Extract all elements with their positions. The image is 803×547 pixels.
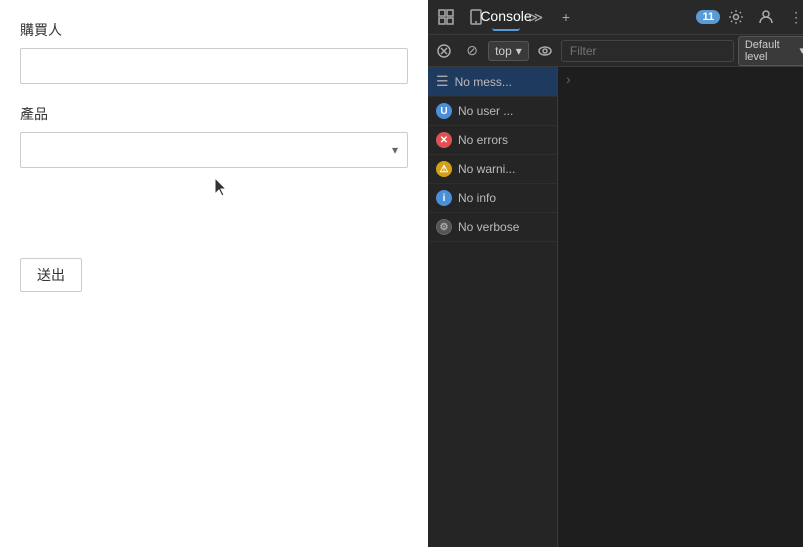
settings-icon[interactable] [722, 3, 750, 31]
console-output: › [558, 67, 803, 547]
console-chevron-icon[interactable]: › [562, 67, 575, 91]
more-tabs-icon[interactable]: ≫ [522, 3, 550, 31]
sidebar-item-info[interactable]: i No info [428, 184, 557, 213]
error-icon: ✕ [436, 132, 452, 148]
product-select-wrapper: ▾ [20, 132, 408, 168]
more-options-icon[interactable]: ⋮ [782, 3, 803, 31]
verbose-icon: ⚙ [436, 219, 452, 235]
sidebar-item-verbose[interactable]: ⚙ No verbose [428, 213, 557, 242]
devtools-console-area: ☰ No mess... U No user ... ✕ No errors ⚠… [428, 67, 803, 547]
sidebar-item-verbose-label: No verbose [458, 220, 519, 234]
filter-input[interactable] [561, 40, 734, 62]
context-selector-label: top [495, 44, 512, 58]
filter-icon[interactable]: ⊘ [460, 37, 484, 65]
default-level-selector[interactable]: Default level ▾ [738, 36, 803, 66]
product-select[interactable] [20, 132, 408, 168]
buyer-field-group: 購買人 [20, 20, 408, 84]
sidebar-item-warnings[interactable]: ⚠ No warni... [428, 155, 557, 184]
default-level-label: Default level [745, 39, 796, 63]
buyer-input[interactable] [20, 48, 408, 84]
default-level-arrow: ▾ [800, 44, 803, 57]
add-tab-icon[interactable]: + [552, 3, 580, 31]
sidebar-item-errors[interactable]: ✕ No errors [428, 126, 557, 155]
product-field-group: 產品 ▾ [20, 104, 408, 208]
submit-button[interactable]: 送出 [20, 258, 82, 292]
info-icon: i [436, 190, 452, 206]
sidebar-item-all-label: No mess... [455, 75, 512, 89]
sidebar-item-all[interactable]: ☰ No mess... [428, 67, 557, 97]
user-icon: U [436, 103, 452, 119]
sidebar-item-user-label: No user ... [458, 104, 513, 118]
context-selector-arrow: ▾ [516, 44, 522, 58]
sidebar-item-warnings-label: No warni... [458, 162, 515, 176]
warning-icon: ⚠ [436, 161, 452, 177]
product-label: 產品 [20, 104, 408, 124]
console-sidebar: ☰ No mess... U No user ... ✕ No errors ⚠… [428, 67, 558, 547]
list-icon: ☰ [436, 73, 449, 90]
inspect-icon[interactable] [432, 3, 460, 31]
devtools-top-toolbar: Console ≫ + 11 ⋮ ✕ [428, 0, 803, 35]
eye-icon[interactable] [533, 37, 557, 65]
mouse-cursor-icon [215, 178, 229, 198]
main-panel: 購買人 產品 ▾ 送出 [0, 0, 428, 547]
clear-console-icon[interactable] [432, 37, 456, 65]
devtools-second-toolbar: ⊘ top ▾ Default level ▾ ⚙ [428, 35, 803, 67]
buyer-label: 購買人 [20, 20, 408, 40]
sidebar-item-user[interactable]: U No user ... [428, 97, 557, 126]
sidebar-item-errors-label: No errors [458, 133, 508, 147]
devtools-panel: Console ≫ + 11 ⋮ ✕ ⊘ [428, 0, 803, 547]
profile-icon[interactable] [752, 3, 780, 31]
context-selector[interactable]: top ▾ [488, 41, 529, 61]
console-badge: 11 [696, 10, 720, 24]
console-tab[interactable]: Console [492, 3, 520, 31]
sidebar-item-info-label: No info [458, 191, 496, 205]
